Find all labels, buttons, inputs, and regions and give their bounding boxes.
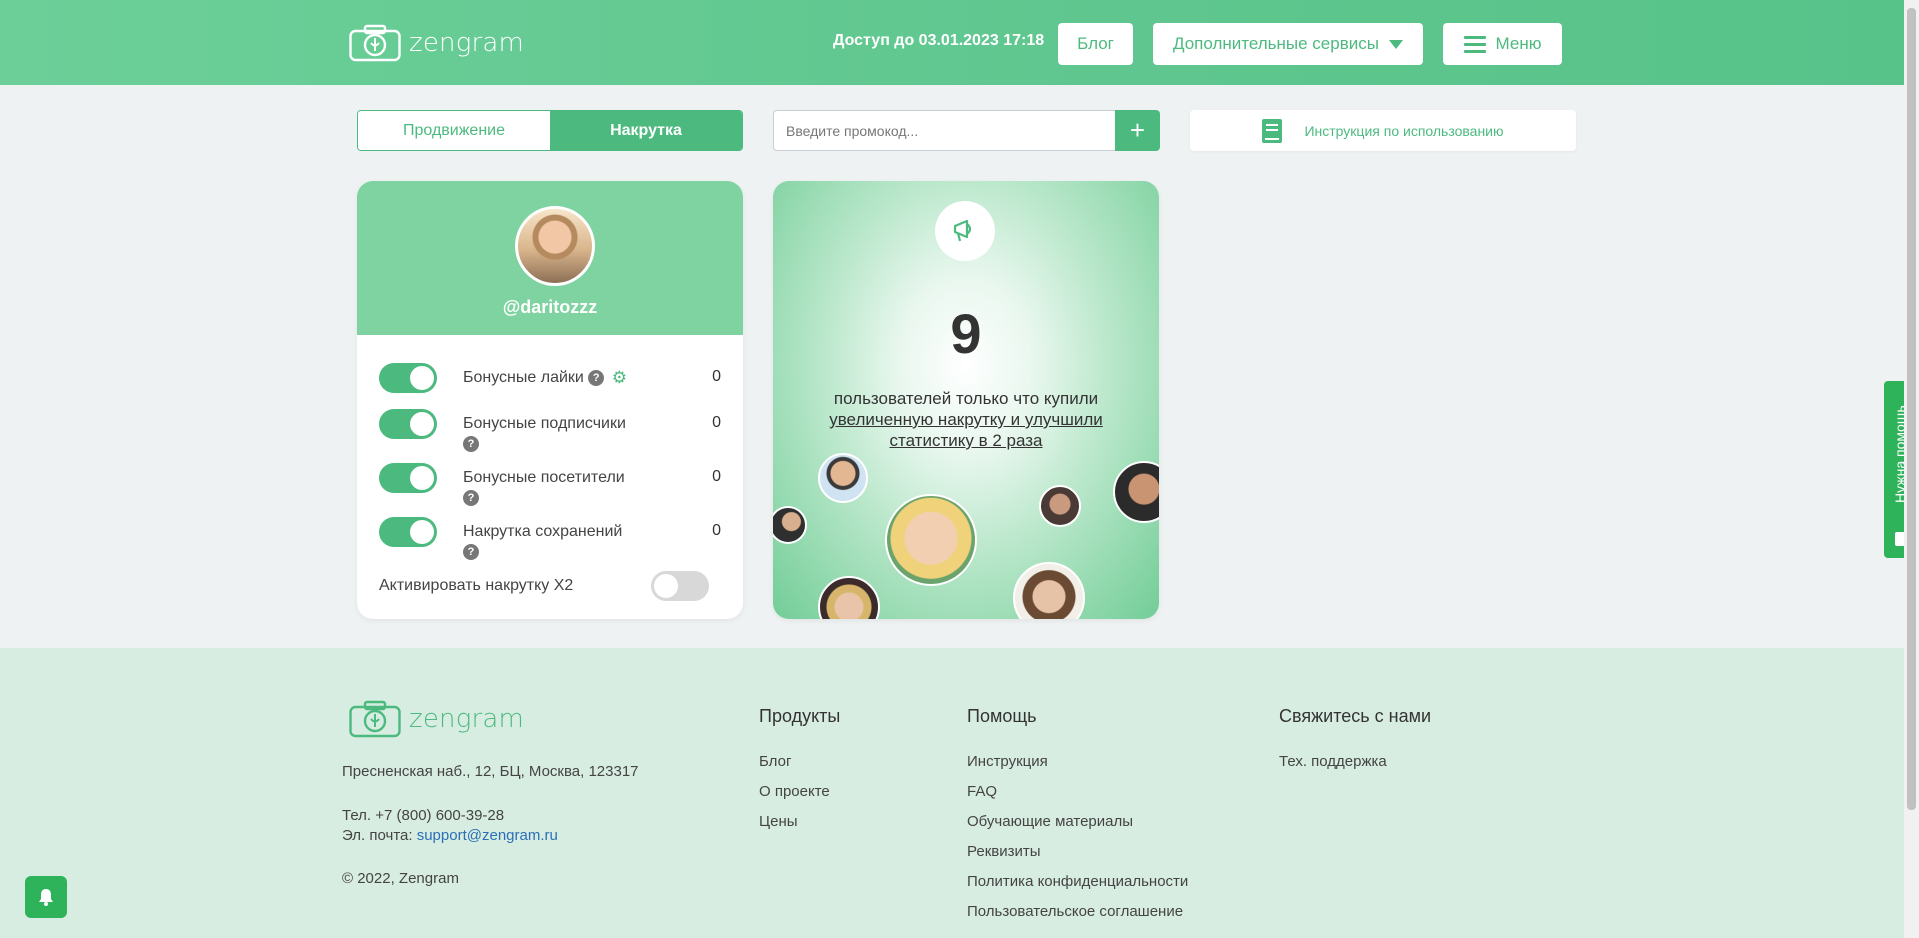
book-icon	[1262, 118, 1283, 143]
followers-label: Бонусные подписчики	[463, 415, 626, 432]
avatar	[1039, 485, 1081, 527]
notifications-button[interactable]	[25, 876, 67, 918]
promo-message: пользователей только что купили увеличен…	[813, 388, 1119, 451]
help-icon[interactable]: ?	[463, 489, 479, 506]
profile-card: @daritozzz Бонусные лайки ? ⚙ 0 Бонусные…	[357, 181, 743, 619]
menu-label: Меню	[1495, 34, 1542, 53]
setting-row-x2: Активировать накрутку X2	[379, 571, 721, 601]
footer-phone: Тел. +7 (800) 600-39-28	[342, 807, 505, 824]
avatar	[885, 494, 977, 586]
buyers-count: 9	[950, 302, 982, 365]
camera-logo-icon	[349, 700, 401, 738]
megaphone-icon	[935, 201, 995, 261]
likes-label: Бонусные лайки	[463, 369, 584, 387]
avatar	[1013, 562, 1085, 619]
setting-row-visitors: Бонусные посетители ? 0	[379, 463, 721, 508]
services-dropdown[interactable]: Дополнительные сервисы	[1153, 23, 1423, 65]
tab-boost[interactable]: Накрутка	[550, 111, 742, 150]
footer-logo-text: zengram	[409, 704, 525, 734]
gear-icon[interactable]: ⚙	[612, 368, 627, 388]
likes-toggle[interactable]	[379, 363, 437, 393]
blog-button[interactable]: Блог	[1058, 23, 1133, 65]
promo-code-input[interactable]	[773, 110, 1115, 151]
scrollbar-thumb[interactable]	[1907, 8, 1916, 810]
avatar[interactable]	[515, 206, 595, 286]
add-promo-button[interactable]: +	[1115, 110, 1160, 151]
social-proof-card: 9 пользователей только что купили увелич…	[773, 181, 1159, 619]
camera-logo-icon	[349, 24, 401, 62]
setting-row-likes: Бонусные лайки ? ⚙ 0	[379, 363, 721, 393]
mode-tabs: Продвижение Накрутка	[357, 110, 743, 151]
profile-username: @daritozzz	[502, 297, 598, 317]
hamburger-icon	[1463, 35, 1486, 53]
setting-row-followers: Бонусные подписчики ? 0	[379, 409, 721, 454]
header-logo[interactable]: zengram	[349, 24, 524, 62]
footer-logo[interactable]: zengram	[349, 700, 524, 738]
blog-button-label: Блог	[1077, 34, 1114, 53]
footer-link-prices[interactable]: Цены	[759, 813, 798, 830]
menu-button[interactable]: Меню	[1443, 23, 1562, 65]
chevron-down-icon	[1388, 39, 1403, 49]
setting-row-saves: Накрутка сохранений ? 0	[379, 517, 721, 562]
tab-promotion[interactable]: Продвижение	[358, 111, 550, 150]
followers-toggle[interactable]	[379, 409, 437, 439]
avatar	[818, 453, 868, 503]
promo-message-link[interactable]: увеличенную накрутку и улучшили статисти…	[829, 410, 1103, 450]
avatar	[773, 506, 807, 544]
instruction-button[interactable]: Инструкция по использованию	[1190, 110, 1576, 151]
avatar	[818, 576, 880, 619]
footer-link-privacy[interactable]: Политика конфиденциальности	[967, 873, 1188, 890]
top-header: zengram Доступ до 03.01.2023 17:18 Блог …	[0, 0, 1904, 85]
visitors-label: Бонусные посетители	[463, 469, 625, 486]
footer: zengram Пресненская наб., 12, БЦ, Москва…	[0, 648, 1904, 938]
visitors-count: 0	[712, 468, 721, 485]
footer-email-prefix: Эл. почта:	[342, 827, 413, 844]
promo-message-plain: пользователей только что купили	[833, 389, 1099, 408]
page-scrollbar[interactable]	[1904, 0, 1919, 938]
footer-address: Пресненская наб., 12, БЦ, Москва, 123317	[342, 763, 639, 780]
logo-text: zengram	[409, 28, 525, 58]
footer-email-row: Эл. почта: support@zengram.ru	[342, 827, 558, 844]
footer-link-requisites[interactable]: Реквизиты	[967, 843, 1041, 860]
support-email-link[interactable]: support@zengram.ru	[417, 827, 558, 844]
footer-link-terms[interactable]: Пользовательское соглашение	[967, 903, 1183, 920]
avatar	[1113, 461, 1159, 523]
help-icon[interactable]: ?	[588, 370, 605, 386]
saves-count: 0	[712, 522, 721, 539]
help-icon[interactable]: ?	[463, 435, 479, 452]
contact-heading: Свяжитесь с нами	[1279, 706, 1432, 726]
visitors-toggle[interactable]	[379, 463, 437, 493]
help-icon[interactable]: ?	[463, 543, 479, 560]
footer-link-support[interactable]: Тех. поддержка	[1279, 753, 1387, 770]
footer-copyright: © 2022, Zengram	[342, 870, 459, 887]
footer-link-about[interactable]: О проекте	[759, 783, 830, 800]
footer-link-tutorials[interactable]: Обучающие материалы	[967, 813, 1133, 830]
bell-icon	[39, 889, 53, 906]
footer-link-instruction[interactable]: Инструкция	[967, 753, 1048, 770]
products-heading: Продукты	[759, 706, 841, 726]
instruction-label: Инструкция по использованию	[1304, 122, 1504, 139]
saves-toggle[interactable]	[379, 517, 437, 547]
saves-label: Накрутка сохранений	[463, 523, 623, 540]
x2-toggle[interactable]	[651, 571, 709, 601]
followers-count: 0	[712, 414, 721, 431]
access-expiry: Доступ до 03.01.2023 17:18	[833, 32, 1045, 49]
footer-link-faq[interactable]: FAQ	[967, 783, 997, 800]
likes-count: 0	[712, 368, 721, 385]
promo-code-form: +	[773, 110, 1160, 151]
x2-label: Активировать накрутку X2	[379, 577, 574, 594]
profile-header: @daritozzz	[357, 181, 743, 335]
help-heading: Помощь	[967, 706, 1037, 726]
services-label: Дополнительные сервисы	[1173, 34, 1379, 53]
footer-link-blog[interactable]: Блог	[759, 753, 791, 770]
